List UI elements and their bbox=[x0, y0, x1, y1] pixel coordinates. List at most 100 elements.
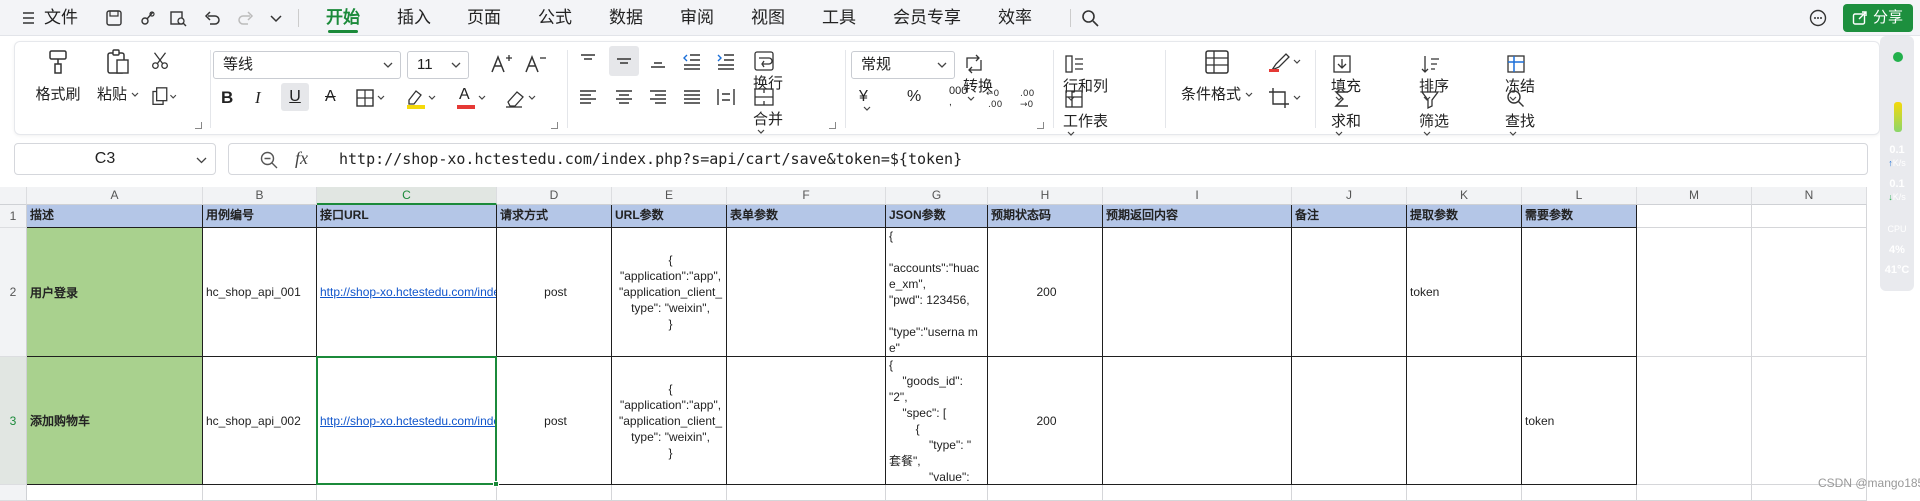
column-header-l[interactable]: L bbox=[1522, 187, 1637, 205]
align-center-icon[interactable] bbox=[613, 86, 635, 108]
empty-cell[interactable] bbox=[317, 485, 497, 501]
tab-data[interactable]: 数据 bbox=[609, 0, 643, 36]
increase-indent-icon[interactable] bbox=[715, 50, 737, 72]
name-box[interactable]: C3 bbox=[14, 143, 216, 175]
data-cell[interactable] bbox=[1292, 357, 1407, 485]
row-header-2[interactable]: 2 bbox=[0, 228, 27, 357]
formula-bar[interactable]: fx http://shop-xo.hctestedu.com/index.ph… bbox=[228, 143, 1868, 175]
data-cell[interactable]: { "accounts":"huac e_xm", "pwd": 123456,… bbox=[886, 228, 988, 357]
align-bottom-icon[interactable] bbox=[647, 50, 669, 72]
data-cell[interactable]: hc_shop_api_001 bbox=[203, 228, 317, 357]
empty-cell[interactable] bbox=[1637, 357, 1752, 485]
tab-home[interactable]: 开始 bbox=[326, 0, 360, 36]
column-header-i[interactable]: I bbox=[1103, 187, 1292, 205]
header-cell[interactable]: 预期返回内容 bbox=[1103, 205, 1292, 228]
empty-cell[interactable] bbox=[1752, 357, 1867, 485]
column-header-n[interactable]: N bbox=[1752, 187, 1867, 205]
save-icon[interactable] bbox=[104, 8, 124, 28]
header-cell[interactable]: 需要参数 bbox=[1522, 205, 1637, 228]
bold-button[interactable]: B bbox=[221, 88, 233, 108]
decrease-font-icon[interactable] bbox=[523, 53, 547, 75]
increase-font-icon[interactable] bbox=[489, 53, 513, 75]
italic-button[interactable]: I bbox=[255, 88, 261, 108]
header-cell[interactable]: 请求方式 bbox=[497, 205, 612, 228]
copy-icon[interactable] bbox=[149, 86, 179, 108]
header-cell[interactable]: 接口URL bbox=[317, 205, 497, 228]
number-launcher[interactable] bbox=[1037, 122, 1044, 129]
zoom-search-icon[interactable] bbox=[259, 150, 279, 173]
clipboard-launcher[interactable] bbox=[195, 122, 202, 129]
empty-cell[interactable] bbox=[1103, 485, 1292, 501]
header-cell[interactable]: 表单参数 bbox=[727, 205, 886, 228]
justify-icon[interactable] bbox=[681, 86, 703, 108]
align-top-icon[interactable] bbox=[577, 50, 599, 72]
chat-icon[interactable] bbox=[1808, 8, 1828, 28]
merge-button[interactable]: 合并 bbox=[753, 86, 783, 135]
row-header-3[interactable]: 3 bbox=[0, 357, 27, 485]
increase-decimal-icon[interactable]: ←0.00 bbox=[985, 86, 1011, 110]
font-launcher[interactable] bbox=[551, 122, 558, 129]
empty-cell[interactable] bbox=[497, 485, 612, 501]
column-header-c[interactable]: C bbox=[317, 187, 497, 205]
decrease-decimal-icon[interactable]: .00 →0 bbox=[1019, 86, 1045, 110]
data-cell[interactable]: 200 bbox=[988, 357, 1103, 485]
conditional-format-button[interactable]: 条件格式 bbox=[1177, 47, 1257, 104]
cell-style-button[interactable] bbox=[1267, 50, 1303, 74]
thousands-button[interactable]: 000, bbox=[949, 86, 967, 109]
link-icon[interactable] bbox=[138, 8, 158, 28]
hamburger-menu-icon[interactable] bbox=[20, 8, 40, 28]
format-painter-button[interactable]: 格式刷 bbox=[33, 47, 83, 104]
data-cell[interactable] bbox=[1103, 228, 1292, 357]
column-header-e[interactable]: E bbox=[612, 187, 727, 205]
description-cell[interactable]: 用户登录 bbox=[27, 228, 203, 357]
header-cell[interactable]: 预期状态码 bbox=[988, 205, 1103, 228]
empty-cell[interactable] bbox=[1637, 485, 1752, 501]
print-preview-icon[interactable] bbox=[168, 8, 188, 28]
number-format-select[interactable]: 常规 bbox=[851, 51, 955, 79]
column-header-b[interactable]: B bbox=[203, 187, 317, 205]
file-menu[interactable]: 文件 bbox=[44, 0, 78, 36]
highlight-button[interactable] bbox=[405, 86, 437, 110]
formula-input[interactable]: http://shop-xo.hctestedu.com/index.php?s… bbox=[339, 144, 962, 174]
data-cell[interactable] bbox=[1292, 228, 1407, 357]
empty-cell[interactable] bbox=[1522, 485, 1637, 501]
align-left-icon[interactable] bbox=[577, 86, 599, 108]
empty-cell[interactable] bbox=[1637, 205, 1752, 228]
search-icon[interactable] bbox=[1080, 8, 1100, 28]
sum-button[interactable]: 求和 bbox=[1331, 88, 1361, 137]
column-header-j[interactable]: J bbox=[1292, 187, 1407, 205]
column-header-d[interactable]: D bbox=[497, 187, 612, 205]
data-cell[interactable]: token bbox=[1407, 228, 1522, 357]
strikethrough-button[interactable]: A bbox=[325, 88, 336, 106]
tab-page[interactable]: 页面 bbox=[467, 0, 501, 36]
data-cell[interactable] bbox=[1103, 357, 1292, 485]
empty-cell[interactable] bbox=[1407, 485, 1522, 501]
find-button[interactable]: 查找 bbox=[1505, 88, 1535, 137]
font-color-button[interactable]: A bbox=[455, 86, 487, 110]
description-cell[interactable]: 添加购物车 bbox=[27, 357, 203, 485]
select-all-corner[interactable] bbox=[0, 187, 27, 205]
clear-format-button[interactable] bbox=[503, 86, 539, 110]
tab-member[interactable]: 会员专享 bbox=[893, 0, 961, 36]
empty-cell[interactable] bbox=[727, 485, 886, 501]
filter-button[interactable]: 筛选 bbox=[1419, 88, 1449, 137]
column-header-m[interactable]: M bbox=[1637, 187, 1752, 205]
header-cell[interactable]: 提取参数 bbox=[1407, 205, 1522, 228]
row-header-4[interactable] bbox=[0, 485, 27, 501]
system-monitor-widget[interactable]: 0.1 ↑K/s 0.1 ↓K/s CPU 4% 41°C bbox=[1880, 36, 1914, 291]
paste-button[interactable]: 粘贴 bbox=[93, 47, 143, 104]
empty-cell[interactable] bbox=[988, 485, 1103, 501]
align-right-icon[interactable] bbox=[647, 86, 669, 108]
underline-button[interactable]: U bbox=[281, 83, 309, 111]
empty-cell[interactable] bbox=[886, 485, 988, 501]
tab-efficiency[interactable]: 效率 bbox=[998, 0, 1032, 36]
alignment-launcher[interactable] bbox=[829, 122, 836, 129]
data-cell[interactable] bbox=[727, 357, 886, 485]
empty-cell[interactable] bbox=[1752, 205, 1867, 228]
tab-insert[interactable]: 插入 bbox=[397, 0, 431, 36]
data-cell[interactable] bbox=[1407, 357, 1522, 485]
data-cell[interactable] bbox=[727, 228, 886, 357]
empty-cell[interactable] bbox=[612, 485, 727, 501]
redo-icon[interactable] bbox=[236, 8, 256, 28]
decrease-indent-icon[interactable] bbox=[681, 50, 703, 72]
